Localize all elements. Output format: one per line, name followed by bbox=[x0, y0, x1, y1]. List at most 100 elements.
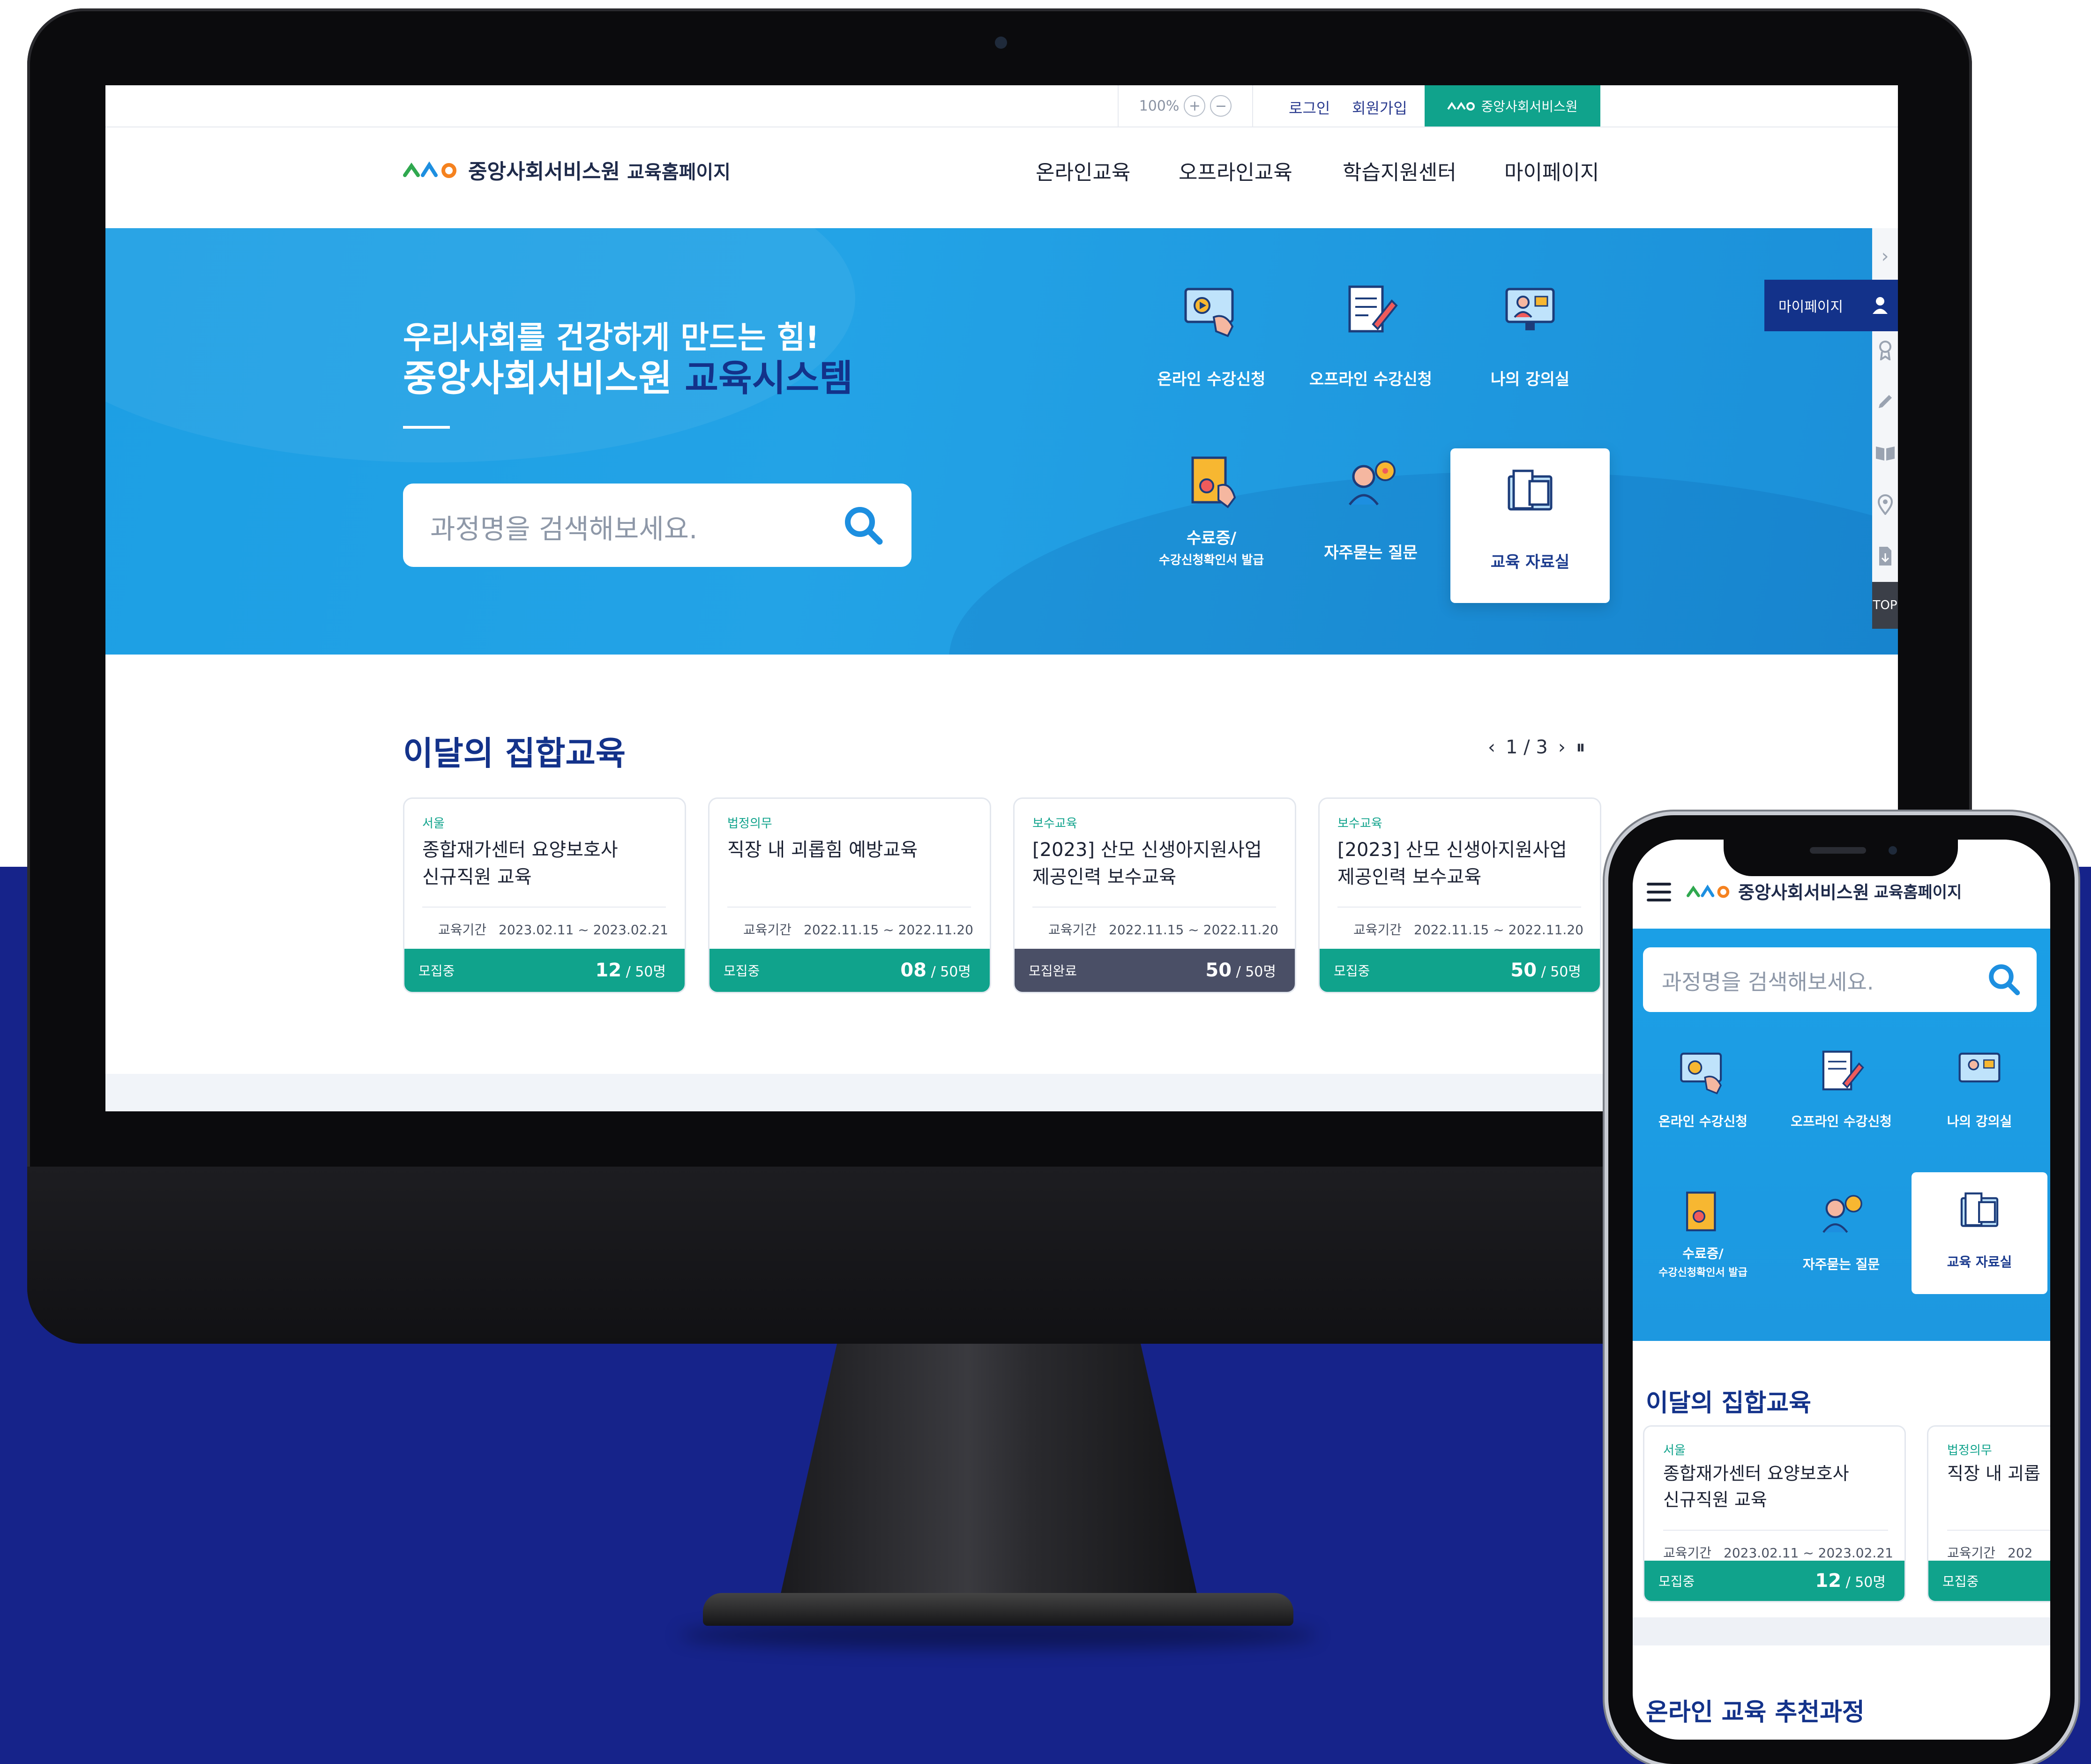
enrolled-number: 50 bbox=[1205, 960, 1232, 981]
phone-camera bbox=[1889, 846, 1897, 855]
zoom-in-button[interactable]: + bbox=[1184, 95, 1206, 117]
quick-offline-apply[interactable]: 오프라인 수강신청 bbox=[1291, 266, 1450, 420]
signup-link[interactable]: 회원가입 bbox=[1352, 97, 1407, 118]
mobile-quick-online-apply[interactable]: 온라인 수강신청 bbox=[1635, 1032, 1771, 1172]
hero-divider bbox=[403, 426, 450, 429]
my-classroom-icon bbox=[1505, 288, 1555, 330]
quick-label: 교육 자료실 bbox=[1947, 1254, 2012, 1270]
nav-online-education[interactable]: 온라인교육 bbox=[1036, 156, 1130, 186]
card-footer: 모집중 12 / 50명 bbox=[404, 949, 685, 992]
phone-notch bbox=[1724, 834, 1958, 876]
period-label: 교육기간 bbox=[1947, 1545, 1996, 1561]
mobile-quick-certificate[interactable]: 수료증/수강신청확인서 발급 bbox=[1635, 1175, 1771, 1315]
document-download-icon[interactable] bbox=[1872, 537, 1898, 575]
logo-mark-icon bbox=[403, 161, 456, 178]
search-icon[interactable] bbox=[840, 502, 887, 549]
imac-stand-base bbox=[703, 1593, 1293, 1626]
quick-label: 나의 강의실 bbox=[1490, 370, 1570, 389]
course-title: 직장 내 괴롭 bbox=[1947, 1463, 2040, 1484]
certificate-icon bbox=[1191, 456, 1236, 508]
course-period: 교육기간 2022.11.15 ~ 2022.11.20 bbox=[1353, 920, 1583, 938]
quick-library[interactable]: 교육 자료실 bbox=[1450, 448, 1610, 603]
period-label: 교육기간 bbox=[1048, 922, 1097, 938]
mobile-quick-offline-apply[interactable]: 오프라인 수강신청 bbox=[1773, 1032, 1909, 1172]
capacity: / 50명 bbox=[621, 964, 666, 980]
location-pin-icon[interactable] bbox=[1872, 486, 1898, 523]
mobile-course-card[interactable]: 법정의무 직장 내 괴롭 교육기간 202 모집중 bbox=[1927, 1425, 2050, 1602]
carousel-pager: ‹ 1 / 3 › ⏸ bbox=[1488, 737, 1585, 758]
capacity: / 50명 bbox=[926, 964, 971, 980]
mobile-search-box[interactable]: 과정명을 검색해보세요. bbox=[1643, 947, 2037, 1012]
sidebar-mypage-tab[interactable]: 마이페이지 bbox=[1764, 280, 1898, 331]
book-icon[interactable] bbox=[1872, 434, 1898, 472]
search-box[interactable]: 과정명을 검색해보세요. bbox=[403, 484, 911, 567]
card-divider bbox=[1032, 907, 1276, 908]
card-divider bbox=[1947, 1530, 2050, 1531]
quick-certificate[interactable]: 수료증/수강신청확인서 발급 bbox=[1132, 439, 1291, 594]
search-icon[interactable] bbox=[1985, 960, 2024, 999]
recruit-status: 모집중 bbox=[1942, 1574, 1979, 1589]
quick-label-sub: 수강신청확인서 발급 bbox=[1658, 1267, 1747, 1279]
imac-camera bbox=[995, 37, 1007, 49]
pager-separator: / bbox=[1523, 737, 1530, 758]
login-link[interactable]: 로그인 bbox=[1289, 97, 1330, 118]
scroll-top-button[interactable]: TOP bbox=[1872, 582, 1898, 629]
mobile-search-input[interactable]: 과정명을 검색해보세요. bbox=[1662, 965, 1874, 996]
quick-online-apply[interactable]: 온라인 수강신청 bbox=[1132, 266, 1291, 420]
quick-label-main: 수료증/ bbox=[1186, 529, 1237, 548]
pager-status: 1 / 3 bbox=[1506, 737, 1548, 758]
card-divider bbox=[422, 907, 666, 908]
quick-label: 수료증/수강신청확인서 발급 bbox=[1635, 1245, 1771, 1282]
site-header: 중앙사회서비스원 교육홈페이지 온라인교육 오프라인교육 학습지원센터 마이페이… bbox=[105, 127, 1898, 226]
imac-stand bbox=[778, 1344, 1200, 1606]
pencil-icon[interactable] bbox=[1872, 383, 1898, 420]
zoom-out-button[interactable]: − bbox=[1210, 95, 1232, 117]
brand-tab[interactable]: 중앙사회서비스원 bbox=[1425, 85, 1600, 127]
quick-label: 자주묻는 질문 bbox=[1802, 1257, 1880, 1272]
sidebar-collapse-chevron-icon[interactable]: › bbox=[1872, 238, 1898, 275]
mobile-screen: 중앙사회서비스원 교육홈페이지 과정명을 검색해보세요. 온라인 수강신청 오프… bbox=[1633, 840, 2050, 1740]
quick-label: 교육 자료실 bbox=[1490, 553, 1570, 572]
card-footer: 모집중 50 / 50명 bbox=[1320, 949, 1600, 992]
quick-faq[interactable]: 자주묻는 질문 bbox=[1291, 439, 1450, 594]
mobile-section-divider bbox=[1633, 1617, 2050, 1645]
mobile-logo[interactable]: 중앙사회서비스원 교육홈페이지 bbox=[1687, 878, 1962, 904]
nav-learning-support[interactable]: 학습지원센터 bbox=[1343, 156, 1456, 186]
course-card[interactable]: 보수교육 [2023] 산모 신생아지원사업 제공인력 보수교육 교육기간 202… bbox=[1013, 797, 1296, 993]
course-card[interactable]: 서울 종합재가센터 요양보호사 신규직원 교육 교육기간 2023.02.11 ~… bbox=[403, 797, 686, 993]
prev-arrow-icon[interactable]: ‹ bbox=[1488, 737, 1495, 758]
course-category: 보수교육 bbox=[1032, 817, 1077, 831]
mobile-monthly-title: 이달의 집합교육 bbox=[1646, 1389, 1811, 1417]
course-card[interactable]: 법정의무 직장 내 괴롭힘 예방교육 교육기간 2022.11.15 ~ 2022… bbox=[708, 797, 991, 993]
course-period: 교육기간 2023.02.11 ~ 2023.02.21 bbox=[1663, 1543, 1893, 1562]
pause-icon[interactable]: ⏸ bbox=[1576, 737, 1585, 758]
capacity: / 50명 bbox=[1232, 964, 1276, 980]
hamburger-menu-icon[interactable] bbox=[1647, 883, 1671, 901]
course-card[interactable]: 보수교육 [2023] 산모 신생아지원사업 제공인력 보수교육 교육기간 202… bbox=[1318, 797, 1601, 993]
mobile-quick-library[interactable]: 교육 자료실 bbox=[1912, 1172, 2047, 1294]
award-icon[interactable] bbox=[1872, 331, 1898, 369]
mobile-quick-faq[interactable]: 자주묻는 질문 bbox=[1773, 1175, 1909, 1315]
enrollment-count: 08 / 50명 bbox=[900, 960, 971, 981]
next-arrow-icon[interactable]: › bbox=[1558, 737, 1566, 758]
nav-mypage[interactable]: 마이페이지 bbox=[1504, 156, 1599, 186]
period-label: 교육기간 bbox=[1353, 922, 1402, 938]
enrollment-count: 50 / 50명 bbox=[1510, 960, 1581, 981]
logo-mark-icon bbox=[1447, 102, 1475, 111]
brand-tab-label: 중앙사회서비스원 bbox=[1481, 99, 1578, 114]
site-logo[interactable]: 중앙사회서비스원 교육홈페이지 bbox=[403, 155, 731, 185]
course-category: 서울 bbox=[422, 817, 445, 831]
card-divider bbox=[1663, 1530, 1888, 1531]
course-title: 종합재가센터 요양보호사 신규직원 교육 bbox=[422, 839, 618, 888]
enrollment-count: 12 / 50명 bbox=[595, 960, 666, 981]
nav-offline-education[interactable]: 오프라인교육 bbox=[1179, 156, 1292, 186]
enrolled-number: 12 bbox=[1815, 1570, 1842, 1592]
quick-label: 수료증/수강신청확인서 발급 bbox=[1132, 528, 1291, 571]
period-label: 교육기간 bbox=[438, 922, 487, 938]
search-input[interactable]: 과정명을 검색해보세요. bbox=[430, 507, 697, 546]
quick-my-classroom[interactable]: 나의 강의실 bbox=[1450, 266, 1610, 420]
mobile-course-card[interactable]: 서울 종합재가센터 요양보호사 신규직원 교육 교육기간 2023.02.11 ~… bbox=[1643, 1425, 1906, 1602]
quick-label: 온라인 수강신청 bbox=[1658, 1114, 1748, 1129]
hero-title-main: 중앙사회서비스원 bbox=[403, 357, 672, 400]
mobile-quick-my-classroom[interactable]: 나의 강의실 bbox=[1912, 1032, 2047, 1172]
